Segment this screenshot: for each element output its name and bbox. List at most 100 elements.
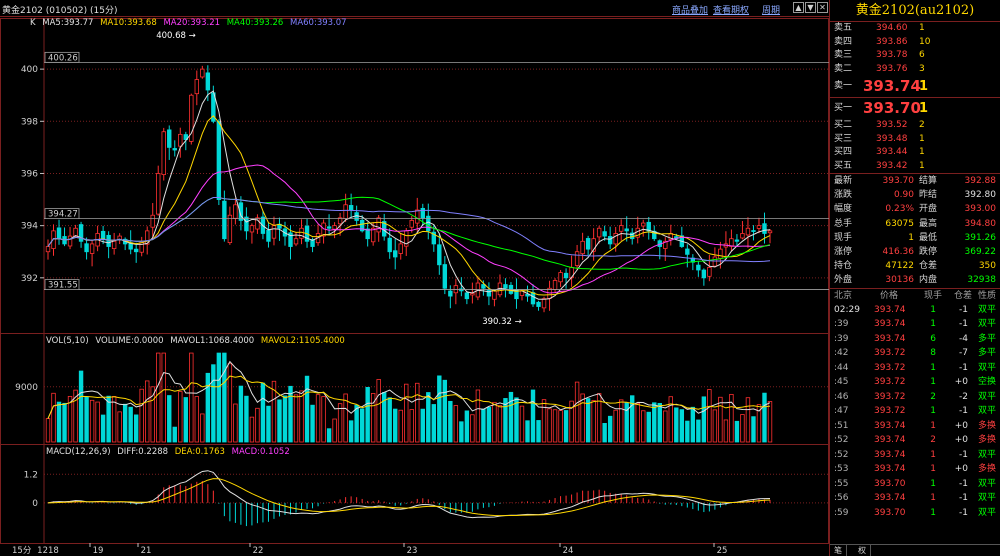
- quote-value: 32938: [967, 275, 996, 286]
- ask-levels: 卖五 394.60 1 卖四 393.86 10 卖三 393.78 6 卖二 393.76 3: [830, 22, 1000, 76]
- volume-bar: [249, 416, 255, 443]
- tab-ticks[interactable]: 笔: [830, 545, 847, 556]
- volume-bar: [415, 382, 420, 443]
- tick-row[interactable]: :51 393.74 1 +0 多换: [830, 419, 1000, 434]
- volume-bar: [321, 396, 326, 443]
- tick-oi: -1: [959, 362, 968, 373]
- close-chart-button[interactable]: ✕: [817, 2, 828, 13]
- bid-row[interactable]: 买二 393.52 2: [830, 119, 1000, 133]
- candle-body: [156, 173, 161, 215]
- tick-time: :55: [834, 478, 849, 489]
- tick-row[interactable]: :52 393.74 2 +0 多换: [830, 433, 1000, 448]
- quote-value: 63075: [885, 218, 914, 229]
- scroll-up-button[interactable]: ▲: [793, 2, 804, 13]
- tick-volume: 1: [930, 377, 936, 387]
- tick-nature: 双平: [978, 406, 997, 416]
- volume-bar: [348, 420, 354, 443]
- tick-nature: 多平: [978, 333, 997, 344]
- volume-bar: [365, 386, 370, 443]
- tab-rights[interactable]: 权: [854, 545, 871, 556]
- tick-row[interactable]: :39 393.74 6 -4 多平: [830, 332, 1000, 347]
- candle-body: [756, 225, 762, 229]
- bid-row[interactable]: 买四 393.44 1: [830, 146, 1000, 160]
- volume-bar: [310, 404, 315, 443]
- tick-time: :56: [834, 493, 849, 503]
- tick-row[interactable]: :45 393.72 1 +0 空换: [830, 375, 1000, 390]
- options-link[interactable]: 查看期权: [713, 3, 749, 16]
- tick-row[interactable]: :46 393.72 2 -2 双平: [830, 390, 1000, 405]
- candle-body: [133, 248, 139, 253]
- tick-row[interactable]: :44 393.72 1 -1 双平: [830, 361, 1000, 376]
- legend-ma5: MA5:393.77: [42, 18, 94, 28]
- tick-row[interactable]: :56 393.74 1 -1 双平: [830, 491, 1000, 506]
- tick-row[interactable]: :39 393.74 1 -1 双平: [830, 317, 1000, 332]
- candle-body: [332, 225, 337, 230]
- candle-body: [558, 272, 563, 283]
- ask-row[interactable]: 卖五 394.60 1: [830, 22, 1000, 36]
- legend-volume: VOLUME:0.0000: [95, 336, 164, 346]
- chart-area[interactable]: 400 398 396 394 392 9000 1.2 0 15分 1218 19 21 22 23 24…: [0, 0, 829, 556]
- tick-row[interactable]: 02:29 393.74 1 -1 双平: [830, 303, 1000, 318]
- scroll-down-button[interactable]: ▼: [805, 2, 816, 13]
- candle-body: [541, 298, 547, 309]
- macd-series: [47, 470, 771, 527]
- candle-body: [712, 256, 718, 267]
- candle-body: [696, 264, 701, 271]
- ask1-price: 393.74: [863, 77, 921, 95]
- volume-bar: [387, 397, 392, 443]
- ask-row[interactable]: 卖二 393.76 3: [830, 63, 1000, 77]
- volume-bar: [51, 392, 56, 443]
- legend-ma60: MA60:393.07: [290, 18, 347, 28]
- quote-value: 393.70: [882, 176, 915, 186]
- ask1-row[interactable]: 卖一 393.74 1: [830, 76, 1000, 97]
- tick-time: :39: [834, 319, 849, 329]
- volume-bar: [332, 418, 337, 443]
- macd-tick-label: 1.2: [24, 470, 38, 480]
- bid-row[interactable]: 买五 393.42 1: [830, 160, 1000, 174]
- candle-body: [767, 230, 773, 234]
- overlay-link[interactable]: 商品叠加: [672, 3, 708, 16]
- tick-row[interactable]: :52 393.74 1 -1 双平: [830, 448, 1000, 463]
- tick-row[interactable]: :47 393.72 1 -1 双平: [830, 404, 1000, 419]
- volume-bar: [133, 414, 139, 443]
- volume-bar: [62, 402, 67, 443]
- quote-row: 最新 393.70 结算 392.88: [830, 174, 1000, 188]
- price-tick-label: 394: [21, 222, 38, 232]
- tick-nature: 多平: [978, 348, 997, 358]
- volume-bar: [156, 352, 161, 443]
- tick-row[interactable]: :53 393.74 1 +0 多换: [830, 462, 1000, 477]
- tick-header-time: 北京: [834, 290, 853, 301]
- tick-list[interactable]: 02:29 393.74 1 -1 双平:39 393.74 1 -1 双平:39 393.74 6…: [830, 303, 1000, 521]
- bid1-row[interactable]: 买一 393.70 1: [830, 98, 1000, 119]
- bid-row[interactable]: 买三 393.48 1: [830, 133, 1000, 147]
- tick-oi: -1: [959, 406, 968, 416]
- legend-ma10: MA10:393.68: [100, 18, 157, 28]
- ask-row[interactable]: 卖四 393.86 10: [830, 36, 1000, 50]
- candle-body: [685, 248, 690, 255]
- volume-bar: [117, 411, 122, 443]
- tick-oi: -4: [959, 333, 968, 344]
- tick-row[interactable]: :59 393.70 1 -1 双平: [830, 506, 1000, 521]
- sidebar-footer-tabs: 笔 权: [830, 544, 1000, 556]
- ask-row[interactable]: 卖三 393.78 6: [830, 49, 1000, 63]
- candle-body: [387, 237, 392, 253]
- quote-label: 最高: [919, 218, 938, 229]
- volume-bar: [420, 408, 425, 443]
- tick-price: 393.74: [874, 333, 906, 344]
- tick-time: :52: [834, 449, 849, 460]
- tick-volume: 1: [930, 406, 936, 416]
- tick-row[interactable]: :42 393.72 8 -7 多平: [830, 346, 1000, 361]
- tick-row[interactable]: :55 393.70 1 -1 双平: [830, 477, 1000, 492]
- quote-row: 总手 63075 最高 394.80: [830, 217, 1000, 231]
- x-tick-label: 22: [253, 546, 264, 556]
- pane-frame: [0, 18, 829, 334]
- quote-value: 350: [978, 261, 996, 272]
- tick-oi: -1: [959, 304, 968, 315]
- volume-bar: [635, 402, 640, 443]
- quote-sidebar: 黄金2102(au2102) 卖五 394.60 1 卖四 393.86 10 卖三 393.…: [829, 0, 1000, 556]
- volume-bar: [205, 372, 211, 443]
- x-tick-label: 21: [141, 546, 152, 556]
- tick-time: :46: [834, 391, 849, 402]
- period-link[interactable]: 周期: [762, 3, 780, 16]
- candle-body: [492, 290, 497, 300]
